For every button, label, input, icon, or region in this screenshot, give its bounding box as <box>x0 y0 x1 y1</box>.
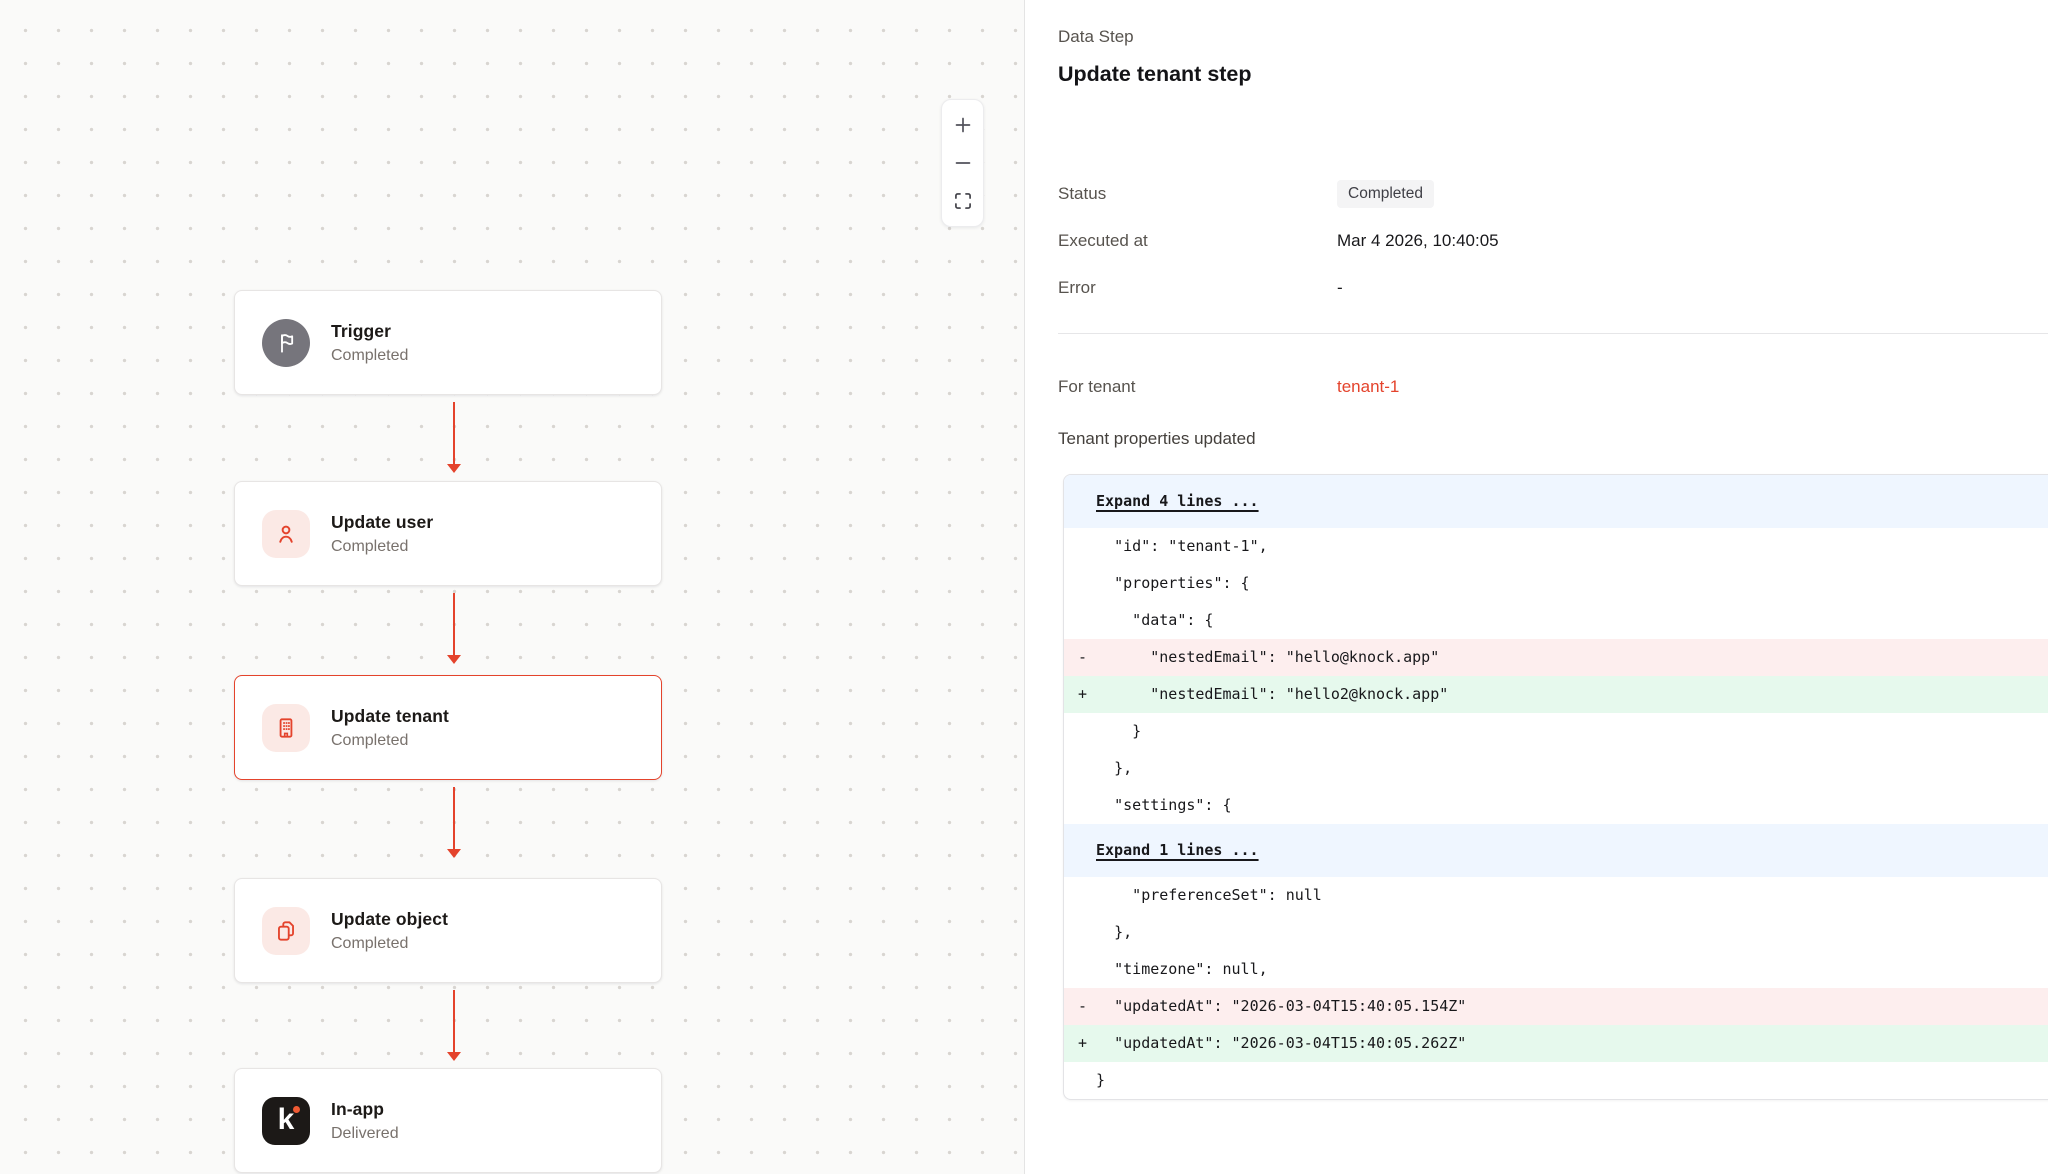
zoom-out-button[interactable] <box>942 144 983 182</box>
node-card-in-app[interactable]: k In-app Delivered <box>234 1068 662 1173</box>
diff-added-line: + "updatedAt": "2026-03-04T15:40:05.262Z… <box>1064 1025 2048 1062</box>
field-label: Executed at <box>1058 231 1337 251</box>
node-title: Update tenant <box>331 706 449 727</box>
node-title: Trigger <box>331 321 408 342</box>
field-row-error: Error- <box>1058 264 2048 311</box>
tenant-properties-heading: Tenant properties updated <box>1058 429 1256 449</box>
node-status: Completed <box>331 347 408 365</box>
documents-icon <box>262 907 310 955</box>
step-type-label: Data Step <box>1058 27 1134 47</box>
node-status: Delivered <box>331 1125 399 1143</box>
node-card-trigger[interactable]: Trigger Completed <box>234 290 662 395</box>
diff-removed-line: - "updatedAt": "2026-03-04T15:40:05.154Z… <box>1064 988 2048 1025</box>
diff-expand-link[interactable]: Expand 1 lines ... <box>1064 824 2048 877</box>
fit-view-button[interactable] <box>942 182 983 220</box>
edge-arrow <box>447 402 461 473</box>
knock-icon: k <box>262 1097 310 1145</box>
node-title: In-app <box>331 1099 399 1120</box>
node-card-update-user[interactable]: Update user Completed <box>234 481 662 586</box>
plus-icon <box>953 115 973 135</box>
for-tenant-row: For tenant tenant-1 <box>1058 372 2048 402</box>
step-details-panel: Data Step Update tenant step StatusCompl… <box>1025 0 2048 1174</box>
diff-removed-line: - "nestedEmail": "hello@knock.app" <box>1064 639 2048 676</box>
diff-context-line: }, <box>1064 750 2048 787</box>
diff-context-line: "id": "tenant-1", <box>1064 528 2048 565</box>
diff-context-line: "timezone": null, <box>1064 951 2048 988</box>
diff-expand-link[interactable]: Expand 4 lines ... <box>1064 475 2048 528</box>
diff-context-line: "data": { <box>1064 602 2048 639</box>
canvas-zoom-controls <box>941 99 984 227</box>
building-icon <box>262 704 310 752</box>
diff-context-line: "preferenceSet": null <box>1064 877 2048 914</box>
field-label: Error <box>1058 278 1337 298</box>
minus-icon <box>953 153 973 173</box>
flag-icon <box>262 319 310 367</box>
diff-added-line: + "nestedEmail": "hello2@knock.app" <box>1064 676 2048 713</box>
field-label: Status <box>1058 184 1337 204</box>
field-row-executed-at: Executed atMar 4 2026, 10:40:05 <box>1058 217 2048 264</box>
node-card-update-tenant[interactable]: Update tenant Completed <box>234 675 662 780</box>
user-icon <box>262 510 310 558</box>
edge-arrow <box>447 593 461 664</box>
panel-divider <box>1058 333 2048 334</box>
node-status: Completed <box>331 935 448 953</box>
field-row-status: StatusCompleted <box>1058 170 2048 217</box>
node-title: Update object <box>331 909 448 930</box>
for-tenant-label: For tenant <box>1058 377 1337 397</box>
field-value: Mar 4 2026, 10:40:05 <box>1337 231 1499 251</box>
diff-context-line: } <box>1064 1062 2048 1099</box>
diff-context-line: "settings": { <box>1064 787 2048 824</box>
diff-context-line: }, <box>1064 914 2048 951</box>
workflow-canvas[interactable]: TriggerCompletedUpdate userCompletedUpda… <box>0 0 1025 1174</box>
edge-arrow <box>447 990 461 1061</box>
step-title: Update tenant step <box>1058 62 1252 87</box>
diff-context-line: } <box>1064 713 2048 750</box>
diff-context-line: "properties": { <box>1064 565 2048 602</box>
node-status: Completed <box>331 732 449 750</box>
tenant-link[interactable]: tenant-1 <box>1337 377 1399 397</box>
status-badge: Completed <box>1337 180 1434 208</box>
zoom-in-button[interactable] <box>942 106 983 144</box>
node-status: Completed <box>331 538 433 556</box>
fit-view-icon <box>953 191 973 211</box>
node-title: Update user <box>331 512 433 533</box>
node-card-update-object[interactable]: Update object Completed <box>234 878 662 983</box>
step-fields: StatusCompletedExecuted atMar 4 2026, 10… <box>1058 170 2048 311</box>
field-value: - <box>1337 278 1343 298</box>
edge-arrow <box>447 787 461 858</box>
tenant-properties-diff: Expand 4 lines ... "id": "tenant-1", "pr… <box>1063 474 2048 1100</box>
